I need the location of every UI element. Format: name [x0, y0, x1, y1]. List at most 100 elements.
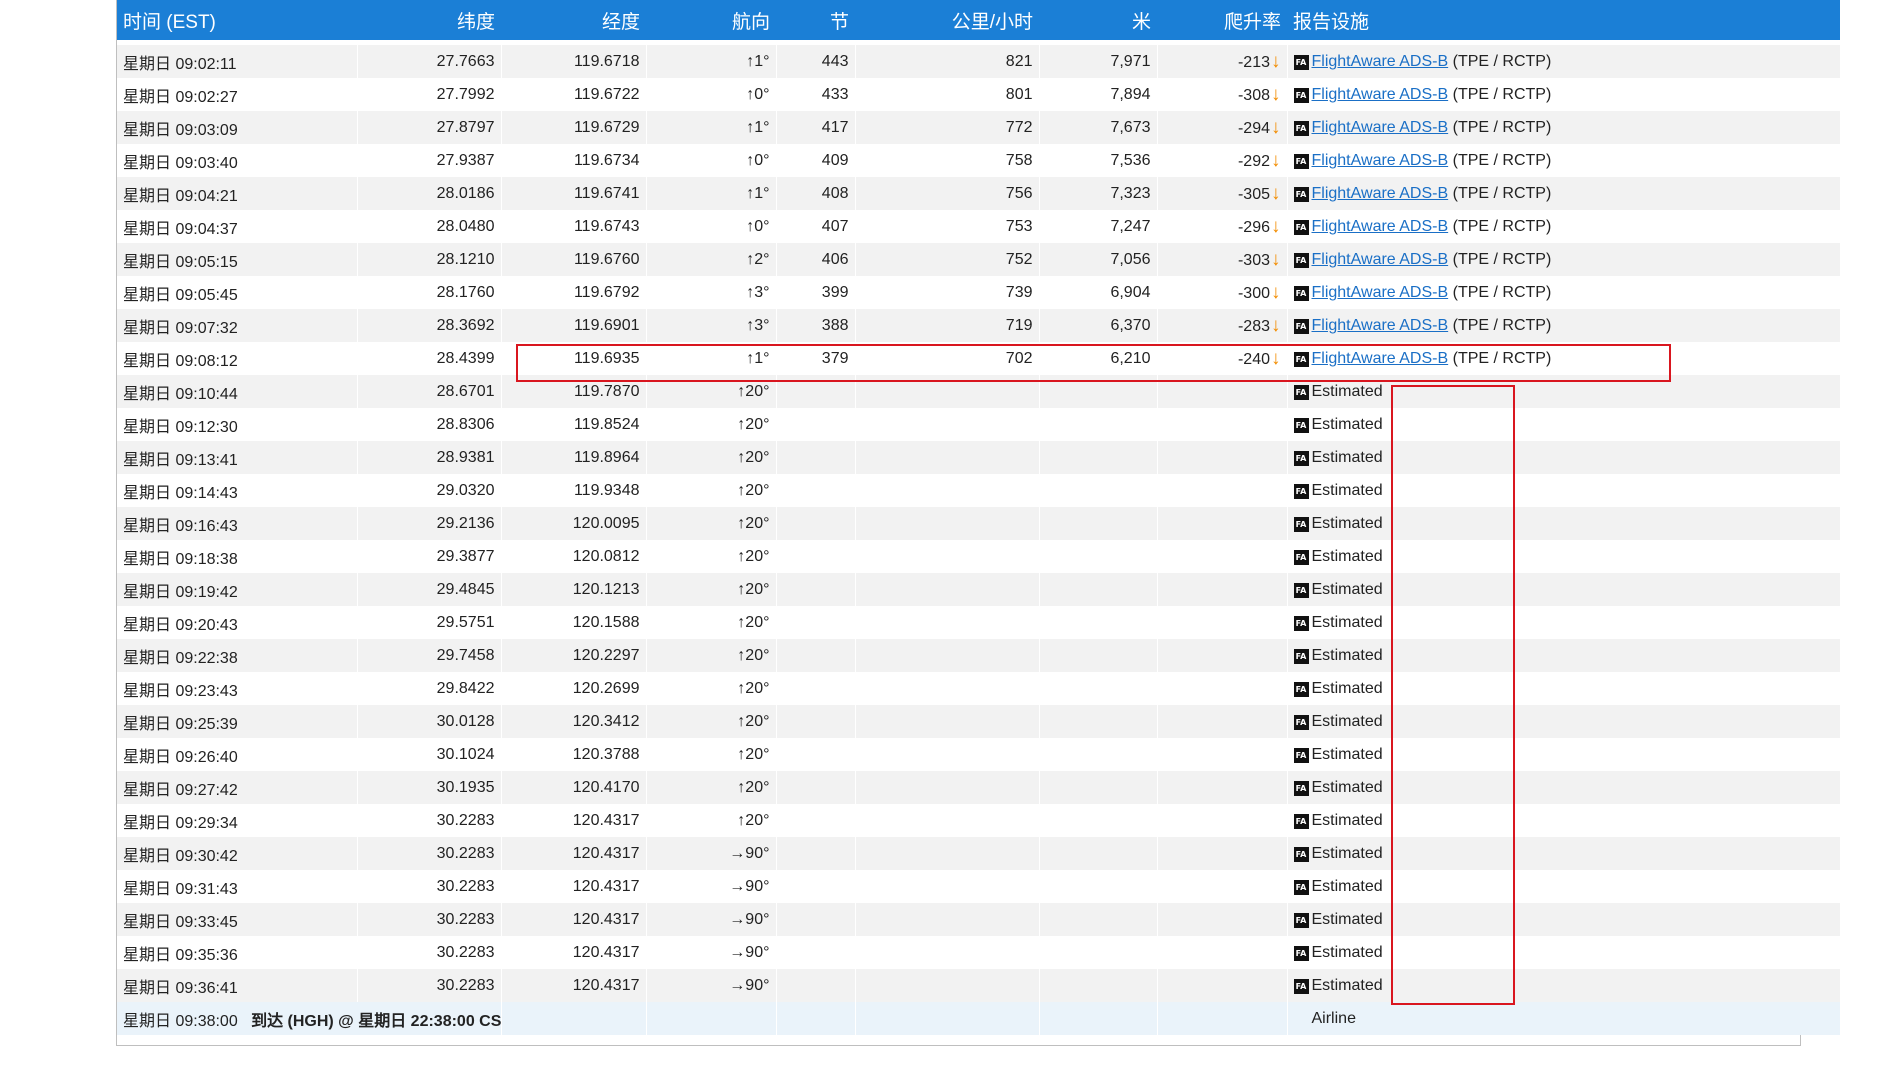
- climb-rate-cell: [1157, 441, 1288, 474]
- facility-link[interactable]: FlightAware ADS-B: [1312, 119, 1449, 136]
- facility-link[interactable]: FlightAware ADS-B: [1312, 152, 1449, 169]
- facility-cell: FA Estimated: [1287, 837, 1841, 870]
- col-heading-header[interactable]: 航向: [646, 0, 776, 40]
- kmh-cell: 753: [855, 210, 1040, 243]
- heading-value: 90°: [745, 943, 770, 961]
- col-lat-header[interactable]: 纬度: [357, 0, 501, 40]
- longitude-cell: 119.8524: [501, 408, 647, 441]
- longitude-cell: 119.6722: [501, 78, 647, 111]
- kmh-cell: [855, 804, 1040, 837]
- descent-arrow-icon: ↓: [1271, 314, 1281, 336]
- facility-cell: FA FlightAware ADS-B (TPE / RCTP): [1287, 111, 1841, 144]
- time-cell: 星期日 09:04:37: [117, 210, 358, 243]
- col-climb-header[interactable]: 爬升率: [1157, 0, 1287, 40]
- heading-cell: ↑1°: [646, 342, 777, 375]
- facility-link[interactable]: FlightAware ADS-B: [1312, 317, 1449, 334]
- latitude-cell: 27.8797: [357, 111, 502, 144]
- facility-cell: FA Estimated: [1287, 771, 1841, 804]
- arrival-facility: Airline: [1287, 1002, 1841, 1035]
- facility-cell: FA Estimated: [1287, 606, 1841, 639]
- kmh-cell: [855, 738, 1040, 771]
- flightaware-logo-icon: FA: [1293, 417, 1309, 433]
- table-row: 星期日 09:23:43 29.8422 120.2699 ↑20° FA Estimat…: [117, 672, 1841, 705]
- facility-link[interactable]: FlightAware ADS-B: [1312, 251, 1449, 268]
- heading-arrow-icon: ↑: [746, 85, 755, 103]
- heading-cell: ↑20°: [646, 639, 777, 672]
- climb-rate-cell: [1157, 540, 1288, 573]
- altitude-cell: [1039, 804, 1158, 837]
- longitude-cell: 120.2297: [501, 639, 647, 672]
- heading-cell: ↑20°: [646, 606, 777, 639]
- altitude-cell: 7,056: [1039, 243, 1158, 276]
- kmh-cell: [855, 474, 1040, 507]
- facility-link[interactable]: FlightAware ADS-B: [1312, 284, 1449, 301]
- heading-cell: ↑0°: [646, 78, 777, 111]
- col-meters-header[interactable]: 米: [1039, 0, 1157, 40]
- facility-location: (TPE / RCTP): [1452, 283, 1552, 301]
- knots-cell: [776, 507, 856, 540]
- heading-arrow-icon: →: [729, 943, 746, 961]
- time-cell: 星期日 09:02:27: [117, 78, 358, 111]
- col-time-header[interactable]: 时间 (EST): [117, 0, 357, 40]
- climb-rate-cell: [1157, 408, 1288, 441]
- arrival-row: 星期日 09:38:00 到达 (HGH) @ 星期日 22:38:00 CST…: [117, 1002, 1841, 1035]
- col-kmh-header[interactable]: 公里/小时: [855, 0, 1039, 40]
- time-cell: 星期日 09:30:42: [117, 837, 358, 870]
- latitude-cell: 30.0128: [357, 705, 502, 738]
- arrival-text: 到达 (HGH) @ 星期日 22:38:00 CST: [251, 1012, 501, 1030]
- altitude-cell: [1039, 408, 1158, 441]
- flightaware-logo-icon: FA: [1293, 120, 1309, 136]
- facility-link[interactable]: FlightAware ADS-B: [1312, 218, 1449, 235]
- flightaware-logo-icon: FA: [1293, 252, 1309, 268]
- heading-arrow-icon: ↑: [746, 316, 755, 334]
- knots-cell: [776, 936, 856, 969]
- altitude-cell: [1039, 969, 1158, 1002]
- longitude-cell: 119.6792: [501, 276, 647, 309]
- flightaware-logo-icon: FA: [1293, 450, 1309, 466]
- facility-link[interactable]: FlightAware ADS-B: [1312, 350, 1449, 367]
- facility-link[interactable]: FlightAware ADS-B: [1312, 53, 1449, 70]
- table-row: 星期日 09:27:42 30.1935 120.4170 ↑20° FA Estimat…: [117, 771, 1841, 804]
- climb-rate-value: -300: [1237, 284, 1270, 302]
- flightaware-logo-icon: FA: [1293, 945, 1309, 961]
- facility-estimated: Estimated: [1311, 514, 1383, 532]
- col-knots-header[interactable]: 节: [776, 0, 855, 40]
- flightaware-logo-icon: FA: [1293, 714, 1309, 730]
- kmh-cell: [855, 507, 1040, 540]
- flightaware-logo-icon: FA: [1293, 186, 1309, 202]
- table-row: 星期日 09:05:15 28.1210 119.6760 ↑2° 406 752 7,05…: [117, 243, 1841, 276]
- facility-cell: FA Estimated: [1287, 573, 1841, 606]
- knots-cell: 409: [776, 144, 856, 177]
- table-row: 星期日 09:22:38 29.7458 120.2297 ↑20° FA Estimat…: [117, 639, 1841, 672]
- climb-rate-value: -213: [1237, 53, 1270, 71]
- col-facility-header[interactable]: 报告设施: [1287, 0, 1840, 40]
- table-row: 星期日 09:04:37 28.0480 119.6743 ↑0° 407 753 7,24…: [117, 210, 1841, 243]
- table-row: 星期日 09:07:32 28.3692 119.6901 ↑3° 388 719 6,37…: [117, 309, 1841, 342]
- time-cell: 星期日 09:18:38: [117, 540, 358, 573]
- longitude-cell: 120.4170: [501, 771, 647, 804]
- heading-cell: ↑20°: [646, 771, 777, 804]
- facility-cell: FA FlightAware ADS-B (TPE / RCTP): [1287, 210, 1841, 243]
- table-row: 星期日 09:19:42 29.4845 120.1213 ↑20° FA Estimat…: [117, 573, 1841, 606]
- facility-estimated: Estimated: [1311, 844, 1383, 862]
- facility-estimated: Estimated: [1311, 745, 1383, 763]
- knots-cell: [776, 474, 856, 507]
- longitude-cell: 119.6743: [501, 210, 647, 243]
- longitude-cell: 120.0095: [501, 507, 647, 540]
- flightaware-logo-icon: FA: [1293, 483, 1309, 499]
- facility-link[interactable]: FlightAware ADS-B: [1312, 86, 1449, 103]
- heading-arrow-icon: ↑: [746, 250, 755, 268]
- facility-estimated: Estimated: [1311, 580, 1383, 598]
- flightaware-logo-icon: FA: [1293, 582, 1309, 598]
- altitude-cell: [1039, 837, 1158, 870]
- facility-cell: FA FlightAware ADS-B (TPE / RCTP): [1287, 45, 1841, 78]
- knots-cell: [776, 639, 856, 672]
- climb-rate-cell: [1157, 969, 1288, 1002]
- col-lon-header[interactable]: 经度: [501, 0, 646, 40]
- flightaware-logo-icon: FA: [1293, 615, 1309, 631]
- facility-link[interactable]: FlightAware ADS-B: [1312, 185, 1449, 202]
- climb-rate-cell: -213↓: [1157, 45, 1288, 78]
- facility-cell: FA Estimated: [1287, 408, 1841, 441]
- heading-value: 90°: [745, 910, 770, 928]
- kmh-cell: [855, 903, 1040, 936]
